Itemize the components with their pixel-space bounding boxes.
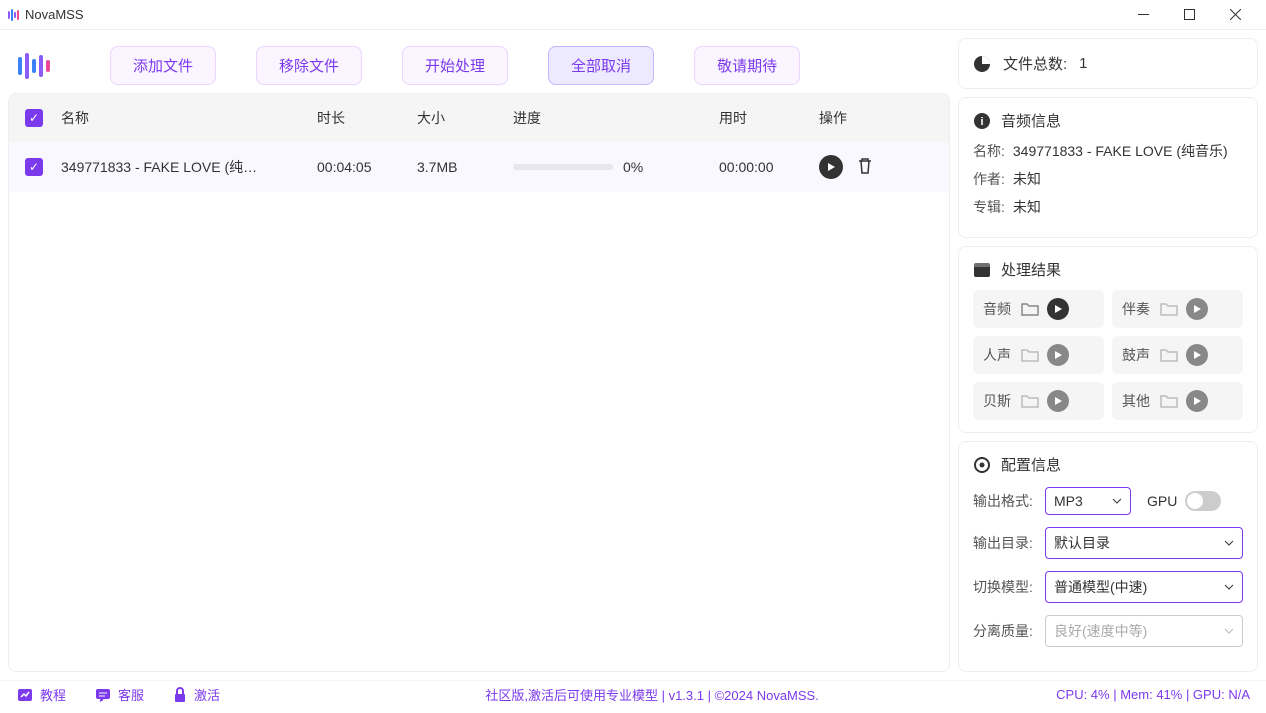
- header-ops: 操作: [819, 108, 899, 128]
- audio-info-panel: i 音频信息 名称:349771833 - FAKE LOVE (纯音乐) 作者…: [958, 97, 1258, 238]
- chevron-down-icon: [1224, 540, 1234, 546]
- coming-soon-button[interactable]: 敬请期待: [694, 46, 800, 85]
- folder-icon[interactable]: [1160, 393, 1178, 409]
- folder-icon[interactable]: [1021, 393, 1039, 409]
- support-link[interactable]: 客服: [94, 685, 144, 704]
- lock-icon: [172, 686, 188, 704]
- config-panel: 配置信息 输出格式: MP3 GPU 输出目录: 默认目录 切换模型:: [958, 441, 1258, 672]
- format-select[interactable]: MP3: [1045, 487, 1131, 515]
- folder-icon[interactable]: [1160, 301, 1178, 317]
- tutorial-link[interactable]: 教程: [16, 685, 66, 704]
- pie-icon: [973, 55, 991, 73]
- progress-text: 0%: [623, 159, 643, 175]
- results-icon: [973, 261, 991, 279]
- audio-author: 未知: [1013, 169, 1041, 189]
- row-time: 00:00:00: [719, 159, 819, 175]
- file-table: ✓ 名称 时长 大小 进度 用时 操作 ✓ 349771833 - FAKE L…: [8, 93, 950, 672]
- play-icon[interactable]: [1186, 298, 1208, 320]
- audio-info-title: 音频信息: [1001, 110, 1061, 131]
- chat-icon: [94, 686, 112, 704]
- start-process-button[interactable]: 开始处理: [402, 46, 508, 85]
- table-header: ✓ 名称 时长 大小 进度 用时 操作: [9, 94, 949, 142]
- chevron-down-icon: [1224, 628, 1234, 634]
- footer-center: 社区版,激活后可使用专业模型 | v1.3.1 | ©2024 NovaMSS.: [248, 685, 1056, 704]
- result-accompaniment: 伴奏: [1112, 290, 1243, 328]
- gpu-toggle[interactable]: [1185, 491, 1221, 511]
- result-vocals: 人声: [973, 336, 1104, 374]
- cancel-all-button[interactable]: 全部取消: [548, 46, 654, 85]
- result-audio: 音频: [973, 290, 1104, 328]
- svg-text:i: i: [980, 116, 983, 128]
- app-title: NovaMSS: [25, 7, 84, 22]
- app-logo-icon: [8, 9, 19, 21]
- header-duration: 时长: [317, 108, 417, 128]
- table-row[interactable]: ✓ 349771833 - FAKE LOVE (纯… 00:04:05 3.7…: [9, 142, 949, 192]
- footer-stats: CPU: 4% | Mem: 41% | GPU: N/A: [1056, 687, 1250, 702]
- row-name: 349771833 - FAKE LOVE (纯…: [61, 157, 317, 177]
- play-icon[interactable]: [1047, 298, 1069, 320]
- folder-icon[interactable]: [1021, 347, 1039, 363]
- header-progress: 进度: [513, 108, 719, 128]
- minimize-button[interactable]: [1120, 0, 1166, 30]
- quality-select[interactable]: 良好(速度中等): [1045, 615, 1243, 647]
- play-icon[interactable]: [1047, 344, 1069, 366]
- progress-bar: [513, 164, 613, 170]
- folder-icon[interactable]: [1021, 301, 1039, 317]
- row-size: 3.7MB: [417, 159, 513, 175]
- delete-button[interactable]: [857, 157, 873, 178]
- chevron-down-icon: [1224, 584, 1234, 590]
- chevron-down-icon: [1112, 498, 1122, 504]
- add-file-button[interactable]: 添加文件: [110, 46, 216, 85]
- folder-icon[interactable]: [1160, 347, 1178, 363]
- audio-name: 349771833 - FAKE LOVE (纯音乐): [1013, 141, 1228, 161]
- close-button[interactable]: [1212, 0, 1258, 30]
- play-icon[interactable]: [1186, 344, 1208, 366]
- header-name: 名称: [61, 108, 317, 128]
- results-title: 处理结果: [1001, 259, 1061, 280]
- play-button[interactable]: [819, 155, 843, 179]
- file-count-value: 1: [1079, 55, 1087, 72]
- row-duration: 00:04:05: [317, 159, 417, 175]
- toolbar: 添加文件 移除文件 开始处理 全部取消 敬请期待: [8, 38, 950, 93]
- chart-icon: [16, 686, 34, 704]
- info-icon: i: [973, 112, 991, 130]
- gear-icon: [973, 456, 991, 474]
- result-bass: 贝斯: [973, 382, 1104, 420]
- play-icon[interactable]: [1047, 390, 1069, 412]
- header-size: 大小: [417, 108, 513, 128]
- result-other: 其他: [1112, 382, 1243, 420]
- audio-album: 未知: [1013, 197, 1041, 217]
- logo-icon: [18, 52, 50, 80]
- header-time: 用时: [719, 108, 819, 128]
- row-checkbox[interactable]: ✓: [25, 158, 43, 176]
- remove-file-button[interactable]: 移除文件: [256, 46, 362, 85]
- titlebar: NovaMSS: [0, 0, 1266, 30]
- outdir-select[interactable]: 默认目录: [1045, 527, 1243, 559]
- select-all-checkbox[interactable]: ✓: [25, 109, 43, 127]
- maximize-button[interactable]: [1166, 0, 1212, 30]
- activate-link[interactable]: 激活: [172, 685, 220, 704]
- play-icon[interactable]: [1186, 390, 1208, 412]
- footer: 教程 客服 激活 社区版,激活后可使用专业模型 | v1.3.1 | ©2024…: [0, 680, 1266, 708]
- file-count-panel: 文件总数: 1: [958, 38, 1258, 89]
- model-select[interactable]: 普通模型(中速): [1045, 571, 1243, 603]
- result-drums: 鼓声: [1112, 336, 1243, 374]
- file-count-label: 文件总数:: [1003, 53, 1067, 74]
- config-title: 配置信息: [1001, 454, 1061, 475]
- results-panel: 处理结果 音频 伴奏 人声 鼓声: [958, 246, 1258, 433]
